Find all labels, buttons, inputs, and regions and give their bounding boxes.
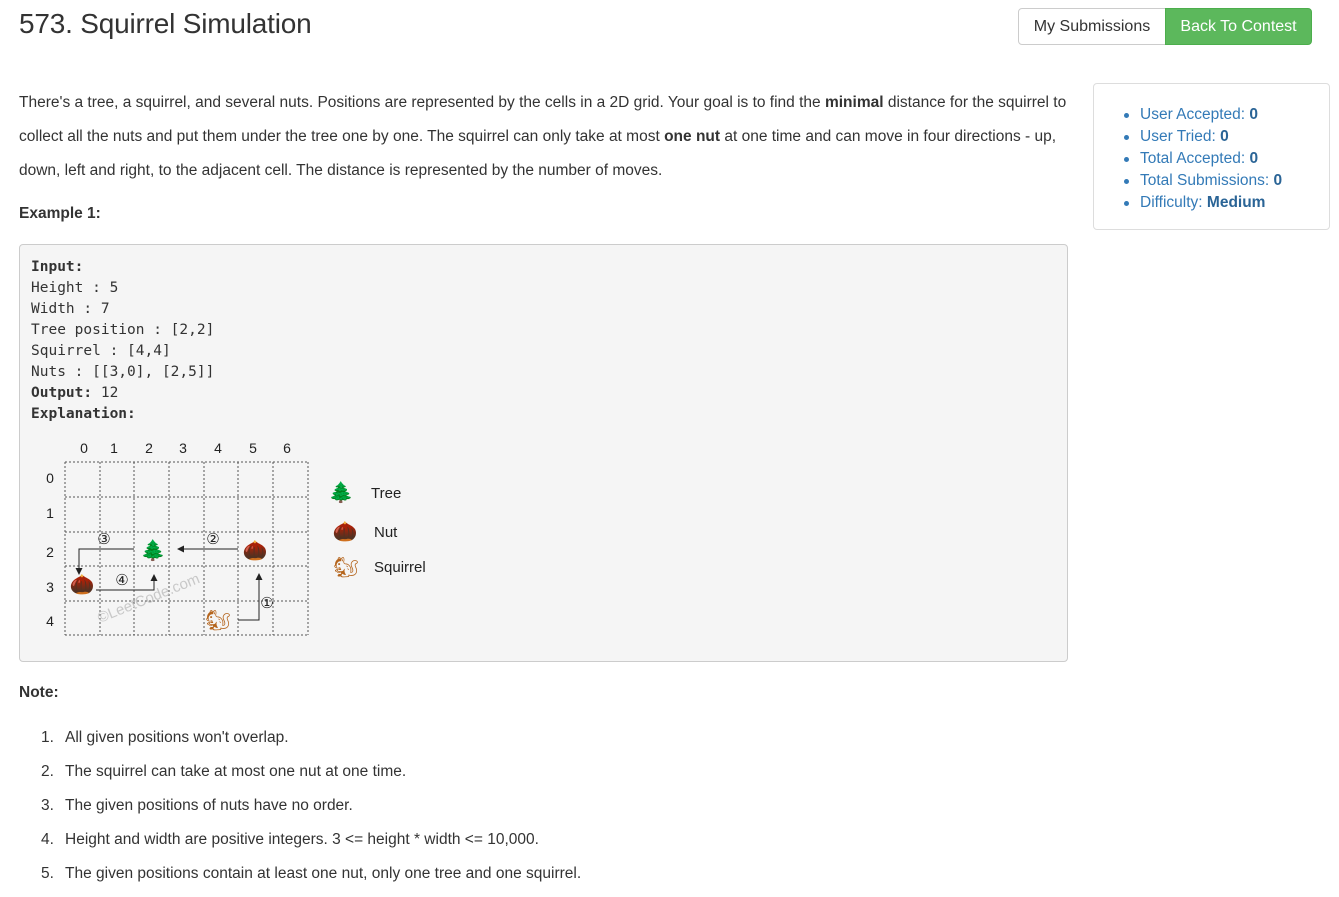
tree-icon: 🌲 [141,538,166,562]
note-item: 2. The squirrel can take at most one nut … [41,763,407,780]
row-label: 3 [46,579,54,595]
example-title: Example 1: [19,205,101,222]
stats-list: User Accepted: 0 User Tried: 0 Total Acc… [1122,104,1282,214]
row-label: 4 [46,613,54,629]
legend-nut-label: Nut [374,524,398,541]
problem-description: There's a tree, a squirrel, and several … [19,86,1071,188]
stats-panel: User Accepted: 0 User Tried: 0 Total Acc… [1093,83,1330,230]
step-label-4: ④ [115,571,128,589]
problem-title: 573. Squirrel Simulation [19,8,312,39]
col-label: 2 [145,440,153,456]
step-label-2: ② [206,530,219,548]
note-item: 3. The given positions of nuts have no or… [41,797,353,814]
row-label: 0 [46,470,54,486]
description-text: There's a tree, a squirrel, and several … [19,94,825,111]
note-item: 5. The given positions contain at least o… [41,865,582,882]
squirrel-icon: 🐿 [205,608,230,632]
stat-total-accepted: Total Accepted: 0 [1122,148,1282,170]
legend-squirrel-icon: 🐿 [333,555,358,579]
my-submissions-button[interactable]: My Submissions [1018,8,1166,45]
description-bold-one-nut: one nut [664,128,721,145]
nut-icon: 🌰 [243,538,268,562]
col-label: 3 [179,440,187,456]
legend-tree-label: Tree [371,485,401,502]
watermark: ©LeetCode.com [95,570,202,626]
col-label: 6 [283,440,291,456]
stat-user-accepted: User Accepted: 0 [1122,104,1282,126]
path-1-arrow [238,573,263,621]
note-list: 1. All given positions won't overlap. 2. T… [19,721,581,891]
legend-nut-icon: 🌰 [333,519,358,543]
example-block: Input: Height : 5 Width : 7 Tree positio… [19,244,1068,662]
col-label: 5 [249,440,257,456]
legend-tree-icon: 🌲 [329,480,354,504]
note-item: 4. Height and width are positive integers… [41,831,539,848]
col-label: 0 [80,440,88,456]
stat-difficulty: Difficulty: Medium [1122,192,1282,214]
nut-icon: 🌰 [70,572,95,596]
stat-total-submissions: Total Submissions: 0 [1122,170,1282,192]
description-bold-minimal: minimal [824,94,884,111]
note-title: Note: [19,684,59,701]
col-label: 4 [214,440,222,456]
step-label-1: ① [260,594,273,612]
row-label: 1 [46,505,54,521]
legend-squirrel-label: Squirrel [374,559,426,576]
row-label: 2 [46,544,54,560]
col-label: 1 [110,440,118,456]
note-item: 1. All given positions won't overlap. [41,729,289,746]
stat-user-tried: User Tried: 0 [1122,126,1282,148]
explanation-diagram: 0 1 2 3 4 5 6 0 1 2 3 4 ©LeetCode.com ① [46,440,426,636]
back-to-contest-button[interactable]: Back To Contest [1165,8,1312,45]
step-label-3: ③ [97,530,110,548]
header-button-group: My Submissions Back To Contest [1018,8,1312,45]
